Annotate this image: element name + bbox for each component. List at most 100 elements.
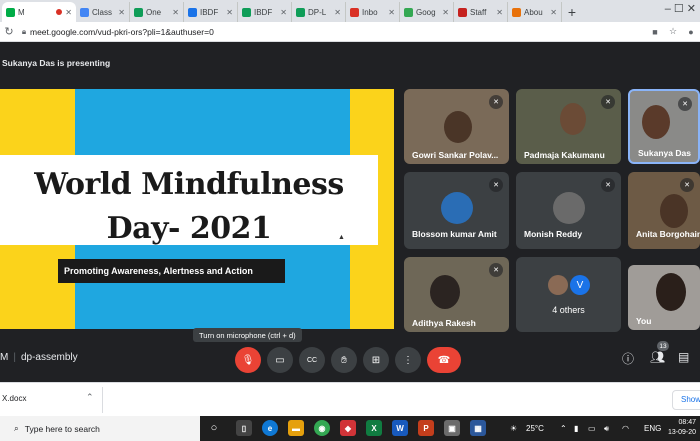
close-icon[interactable]: ✕ [226, 8, 233, 17]
participant-tile-self[interactable]: You [628, 265, 700, 330]
participant-name: Padmaja Kakumanu [524, 150, 605, 160]
wifi-icon[interactable]: ◠ [622, 424, 629, 433]
bookmark-star-icon[interactable]: ☆ [664, 26, 682, 37]
close-icon[interactable]: ✕ [118, 8, 125, 17]
close-icon[interactable]: ✕ [334, 8, 341, 17]
weather-icon[interactable]: ☀︎ [510, 424, 517, 433]
lock-icon[interactable]: 🔒︎ [18, 27, 30, 37]
powerpoint-icon[interactable]: P [418, 420, 434, 436]
app-icon[interactable]: ▣ [444, 420, 460, 436]
browser-tab[interactable]: Goog ✕ [400, 2, 454, 22]
more-options-button[interactable]: ⋮ [395, 347, 421, 373]
others-count: 4 others [552, 305, 585, 315]
browser-tab[interactable]: Abou ✕ [508, 2, 562, 22]
close-icon[interactable]: ✕ [65, 8, 72, 17]
participant-video [642, 105, 670, 139]
tab-label: Abou [524, 7, 543, 17]
chrome-icon[interactable]: ◉ [314, 420, 330, 436]
show-all-button[interactable]: Show [672, 390, 700, 410]
tab-label: Inbo [362, 7, 378, 17]
close-icon[interactable]: ✕ [280, 8, 287, 17]
mouse-cursor-icon: ▲ [338, 234, 345, 241]
battery-icon[interactable]: ▭ [588, 424, 596, 433]
tab-strip: M ✕ Class ✕ One ✕ IBDF ✕ IBDF ✕ DP-L ✕ Inbo ✕ Goog ✕ Sta… [0, 0, 700, 22]
window-controls[interactable]: – ☐ ✕ [665, 2, 696, 15]
task-view-windows-icon[interactable]: ▯ [236, 420, 252, 436]
participant-video [660, 194, 688, 228]
excel-icon[interactable]: X [366, 420, 382, 436]
participant-name: Sukanya Das [638, 148, 691, 158]
participant-tile[interactable]: ✕ Blossom kumar Amit [404, 172, 509, 249]
browser-tab[interactable]: Inbo ✕ [346, 2, 400, 22]
taskbar-search[interactable]: ⌕ Type here to search [0, 416, 200, 441]
new-tab-button[interactable]: + [562, 2, 582, 22]
close-icon[interactable]: ✕ [442, 8, 449, 17]
camera-blocked-icon[interactable]: ■ [646, 27, 664, 37]
close-icon[interactable]: ✕ [550, 8, 557, 17]
participant-tile[interactable]: ✕ Monish Reddy [516, 172, 621, 249]
tab-label: Class [92, 7, 113, 17]
network-icon[interactable]: ▮ [574, 424, 578, 433]
participant-tile[interactable]: ✕ Anita Borgohain [628, 172, 700, 249]
info-icon[interactable]: ⓘ [622, 350, 634, 367]
tab-favicon-icon [80, 7, 89, 17]
volume-icon[interactable]: 🔊︎ [604, 424, 609, 434]
chat-icon[interactable]: ▤ [678, 350, 689, 364]
people-icon[interactable]: 👥︎ [650, 350, 665, 364]
presentation-slide: World Mindfulness Day- 2021 Promoting Aw… [0, 89, 394, 329]
meeting-details[interactable]: M | dp-assembly [0, 352, 78, 363]
participant-video [444, 111, 472, 143]
reload-icon[interactable]: ↻ [0, 25, 18, 38]
participant-count-badge: 13 [657, 341, 669, 351]
leave-call-button[interactable]: ☎︎ [427, 347, 461, 373]
captions-button[interactable]: CC [299, 347, 325, 373]
participant-video [656, 273, 686, 311]
tab-label: Goog [416, 7, 436, 17]
language-indicator[interactable]: ENG [644, 424, 661, 433]
participant-tile-presenter[interactable]: ✕ Sukanya Das [628, 89, 700, 164]
tab-favicon-icon [458, 7, 467, 17]
present-button[interactable]: ⊞ [363, 347, 389, 373]
browser-tab[interactable]: Staff ✕ [454, 2, 508, 22]
tab-label: DP-L [308, 7, 327, 17]
raise-hand-button[interactable]: ✋︎ [331, 347, 357, 373]
participant-tile-others[interactable]: V 4 others [516, 257, 621, 332]
browser-tab[interactable]: IBDF ✕ [184, 2, 238, 22]
tray-arrow-icon[interactable]: ⌃ [560, 424, 567, 433]
participant-tile[interactable]: ✕ Gowri Sankar Polav... [404, 89, 509, 164]
url-field[interactable]: meet.google.com/vud-pkri-ors?pli=1&authu… [30, 27, 646, 37]
camera-toggle-button[interactable]: ▭ [267, 347, 293, 373]
clock-time: 08:47 [678, 419, 696, 426]
browser-tab[interactable]: DP-L ✕ [292, 2, 346, 22]
word-icon[interactable]: W [392, 420, 408, 436]
edge-icon[interactable]: e [262, 420, 278, 436]
close-icon[interactable]: ✕ [496, 8, 503, 17]
anydesk-icon[interactable]: ◆ [340, 420, 356, 436]
weather-temp[interactable]: 25°C [526, 424, 544, 433]
more-vert-icon: ⋮ [403, 354, 413, 366]
browser-tab[interactable]: One ✕ [130, 2, 184, 22]
browser-tab[interactable]: Class ✕ [76, 2, 130, 22]
photos-icon[interactable]: ▦ [470, 420, 486, 436]
close-icon[interactable]: ✕ [388, 8, 395, 17]
profile-icon[interactable]: ● [682, 27, 700, 37]
present-icon: ⊞ [371, 354, 381, 366]
participant-tile[interactable]: ✕ Padmaja Kakumanu [516, 89, 621, 164]
tab-favicon-icon [188, 7, 197, 17]
separator: | [13, 352, 16, 363]
task-view-icon[interactable]: ○ [206, 420, 222, 436]
mic-toggle-button[interactable]: 🎙︎ [235, 347, 261, 373]
mic-tooltip: Turn on microphone (ctrl + d) [193, 328, 302, 342]
tab-favicon-icon [134, 7, 143, 17]
mic-off-icon: 🎙︎ [241, 354, 255, 366]
browser-tab[interactable]: IBDF ✕ [238, 2, 292, 22]
download-file[interactable]: X.docx [2, 394, 26, 403]
chevron-up-icon[interactable]: ⌃ [86, 392, 94, 403]
tab-favicon-icon [350, 7, 359, 17]
close-icon[interactable]: ✕ [172, 8, 179, 17]
browser-tab[interactable]: M ✕ [2, 2, 76, 22]
file-explorer-icon[interactable]: ▬ [288, 420, 304, 436]
mic-off-icon: ✕ [489, 178, 503, 192]
participant-tile[interactable]: ✕ Adithya Rakesh [404, 257, 509, 332]
system-clock[interactable]: 08:47 13-09-20 [668, 418, 696, 438]
